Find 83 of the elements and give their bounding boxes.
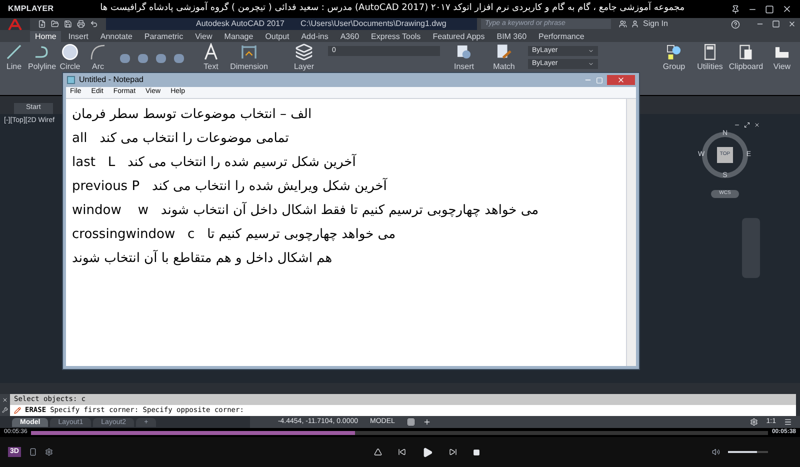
wrench-icon[interactable] [2,407,8,413]
previous-icon[interactable] [398,448,406,456]
ribbon-tab[interactable]: Manage [219,31,258,42]
letter-a-logo-icon [8,18,22,30]
text-line: هم اشکال داخل و هم متقاطع با آن انتخاب شوند [72,249,334,268]
video-title: مجموعه آموزشی جامع ، گام به گام و کاربردی نرم افزار اتوکد ۲۰۱۷ (AutoCAD 2017) مدرس : سعید فدائی ( تیچرمن ) گروه آموزشی پادشاه گرافیست ها [99,2,686,16]
text-line: last L آخرین شکل ترسیم شده را انتخاب می کند [72,153,358,172]
app-title: Autodesk AutoCAD 2017 [196,18,285,30]
ribbon-tab[interactable]: View [190,31,218,42]
text-line: all تمامی موضوعات را انتخاب می کند [72,130,290,148]
ribbon-tool-button[interactable]: Utilities [692,42,728,73]
dimension-tool-icon [240,43,258,61]
minimize-icon[interactable] [734,122,740,128]
ribbon-tab[interactable]: Output [260,31,294,42]
ribbon-tab[interactable]: Featured Apps [428,31,490,42]
close-icon [617,76,625,84]
grid-icon[interactable] [406,418,415,426]
close-icon[interactable] [754,122,760,128]
menu-icon[interactable] [784,418,792,426]
open-folder-icon[interactable] [51,20,59,28]
close-icon[interactable] [782,4,792,14]
insert-block-icon [455,43,473,61]
text-line: window w می خواهد چهارچوبی ترسیم کنیم تا فقط اشکال داخل آن انتخاب شوند [72,201,540,220]
notepad-app-icon [67,76,75,84]
print-icon[interactable] [77,20,85,28]
ribbon-tool-button[interactable]: Layer [284,42,324,73]
ribbon-tool-button[interactable]: Text [192,42,230,73]
ribbon-tab[interactable]: Insert [63,31,94,42]
ribbon-tab[interactable]: A360 [335,31,364,42]
file-path: C:\Users\User\Documents\Drawing1.dwg [300,18,446,30]
group-icon [665,43,683,61]
settings-icon[interactable] [44,448,53,456]
ribbon-tool-button[interactable]: Arc [84,42,112,73]
stop-icon[interactable] [473,448,480,456]
ribbon-tool-button[interactable]: Clipboard [728,42,764,73]
ribbon-tool-button[interactable]: Polyline [28,42,56,73]
player-brand: KMPLAYER [8,3,54,15]
window-title: Untitled - Notepad [79,74,144,86]
ribbon-tab[interactable]: Home [30,31,62,42]
scrollbar[interactable] [626,99,636,366]
ribbon-tab[interactable]: Annotate [95,31,138,42]
ribbon-tab[interactable]: Add-ins [296,31,334,42]
pin-icon[interactable] [731,4,740,14]
pencil-icon [14,407,21,414]
layers-icon [295,43,313,61]
sign-in-button[interactable]: Sign In [639,18,719,30]
ribbon-tool-button[interactable]: Circle [56,42,84,73]
volume-icon[interactable] [712,448,720,456]
ribbon-tool-button[interactable]: View [764,42,800,73]
plus-icon[interactable] [422,418,431,426]
ribbon-tool-button[interactable]: Group [656,42,692,73]
save-icon[interactable] [64,20,72,28]
ribbon-tab[interactable]: BIM 360 [492,31,532,42]
text-line: الف – انتخاب موضوعات توسط سطر فرمان [72,106,313,124]
seek-track[interactable] [31,430,768,434]
close-icon[interactable] [2,397,8,403]
text-tool-icon [202,43,220,61]
maximize-icon[interactable] [765,4,774,14]
line-tool-icon [5,43,23,61]
ribbon-tool-button[interactable]: Line [0,42,28,73]
circle-tool-icon [61,43,79,61]
play-icon[interactable] [422,446,434,458]
restore-icon[interactable] [772,20,780,28]
text-line: previous P آخرین شکل ویرایش شده را انتخاب می کند [72,177,388,196]
text-line: crossingwindow c می خواهد چهارچوبی ترسیم کنیم تا [72,226,397,244]
caret-icon [588,48,594,54]
ribbon-tool-button[interactable]: Dimension [230,42,268,73]
arc-tool-icon [89,43,107,61]
close-icon[interactable] [788,20,796,28]
caret-icon [588,61,594,67]
triangle-icon[interactable] [374,448,382,456]
ribbon-tab[interactable]: Express Tools [366,31,426,42]
help-icon[interactable] [731,20,740,28]
undo-icon[interactable] [90,20,98,28]
ribbon-tab[interactable]: Parametric [139,31,188,42]
next-icon[interactable] [449,448,458,456]
user-icon[interactable] [631,20,639,28]
ribbon-tool-button[interactable]: Match [484,42,524,73]
match-properties-icon [495,43,513,61]
new-file-icon[interactable] [38,20,46,28]
ribbon-tab[interactable]: Performance [534,31,590,42]
app-logo[interactable] [0,18,30,30]
phone-icon[interactable] [28,448,37,456]
